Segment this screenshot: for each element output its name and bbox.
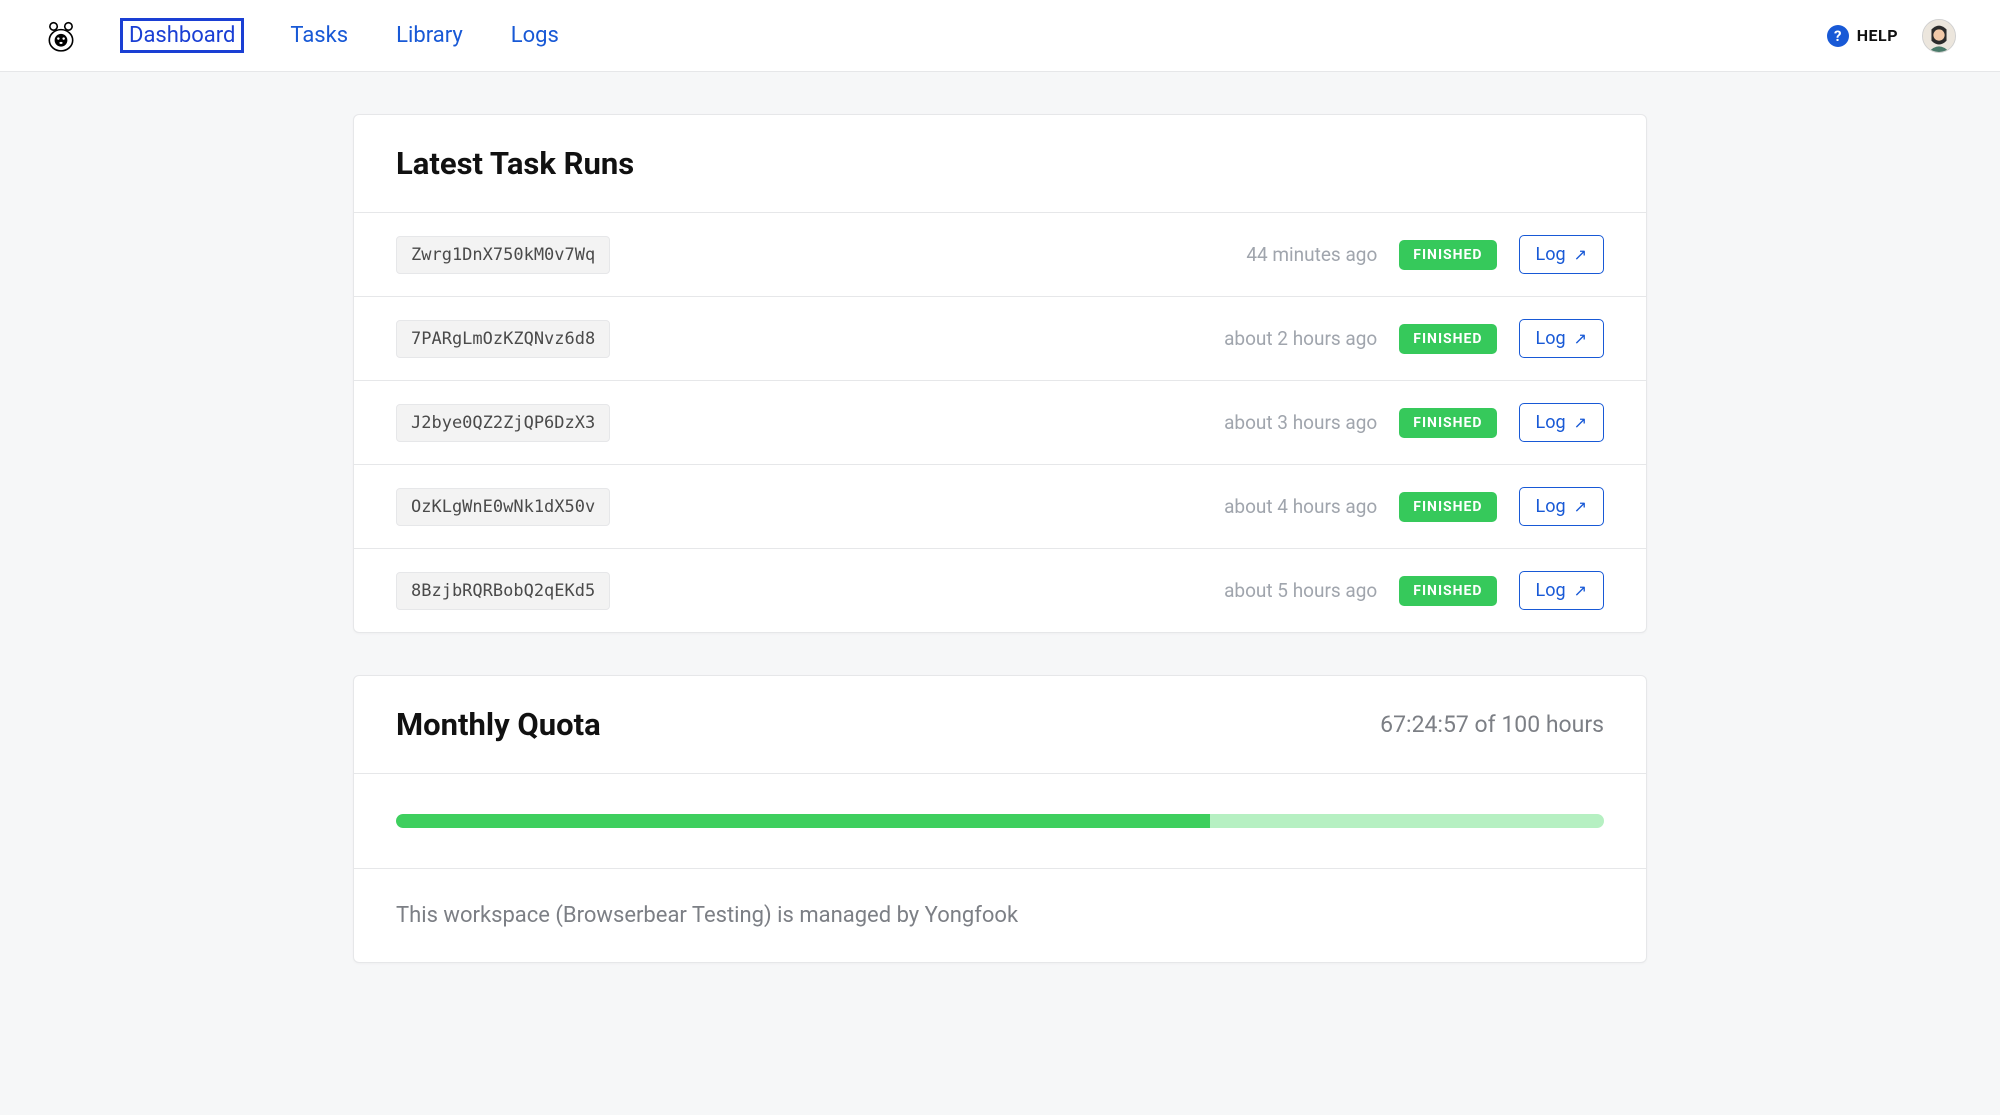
task-runs-card: Latest Task Runs Zwrg1DnX750kM0v7Wq 44 mi… (353, 114, 1647, 633)
task-run-row: Zwrg1DnX750kM0v7Wq 44 minutes ago FINISHED… (354, 213, 1646, 297)
external-link-icon: ↗ (1574, 583, 1587, 599)
avatar-icon (1923, 20, 1955, 52)
external-link-icon: ↗ (1574, 415, 1587, 431)
quota-card: Monthly Quota 67:24:57 of 100 hours This… (353, 675, 1647, 963)
log-button-label: Log (1536, 496, 1566, 517)
task-runs-title: Latest Task Runs (396, 145, 634, 182)
log-button[interactable]: Log ↗ (1519, 319, 1604, 358)
primary-nav: Dashboard Tasks Library Logs (120, 18, 561, 53)
task-run-row: 7PARgLmOzKZQNvz6d8 about 2 hours ago FINIS… (354, 297, 1646, 381)
nav-tasks[interactable]: Tasks (288, 19, 350, 52)
task-run-id: OzKLgWnE0wNk1dX50v (396, 488, 610, 526)
task-run-time: about 3 hours ago (1224, 411, 1377, 434)
quota-footer: This workspace (Browserbear Testing) is … (354, 869, 1646, 962)
log-button-label: Log (1536, 328, 1566, 349)
log-button-label: Log (1536, 412, 1566, 433)
quota-progress-track (396, 814, 1604, 828)
task-run-status-badge: FINISHED (1399, 408, 1496, 438)
log-button[interactable]: Log ↗ (1519, 487, 1604, 526)
user-avatar[interactable] (1922, 19, 1956, 53)
task-run-time: about 5 hours ago (1224, 579, 1377, 602)
task-run-id: 7PARgLmOzKZQNvz6d8 (396, 320, 610, 358)
log-button-label: Log (1536, 244, 1566, 265)
log-button[interactable]: Log ↗ (1519, 403, 1604, 442)
task-run-time: about 2 hours ago (1224, 327, 1377, 350)
quota-title: Monthly Quota (396, 706, 601, 743)
task-run-row: J2bye0QZ2ZjQP6DzX3 about 3 hours ago FINIS… (354, 381, 1646, 465)
help-label: HELP (1857, 26, 1898, 45)
external-link-icon: ↗ (1574, 499, 1587, 515)
nav-dashboard[interactable]: Dashboard (120, 18, 244, 53)
page-content: Latest Task Runs Zwrg1DnX750kM0v7Wq 44 mi… (353, 114, 1647, 963)
task-run-id: Zwrg1DnX750kM0v7Wq (396, 236, 610, 274)
task-run-time: 44 minutes ago (1246, 243, 1377, 266)
app-logo[interactable] (44, 19, 78, 53)
nav-library[interactable]: Library (394, 19, 465, 52)
external-link-icon: ↗ (1574, 331, 1587, 347)
log-button[interactable]: Log ↗ (1519, 571, 1604, 610)
quota-usage: 67:24:57 of 100 hours (1380, 711, 1604, 738)
help-link[interactable]: ? HELP (1827, 25, 1898, 47)
quota-header: Monthly Quota 67:24:57 of 100 hours (354, 676, 1646, 774)
task-run-time: about 4 hours ago (1224, 495, 1377, 518)
task-run-status-badge: FINISHED (1399, 240, 1496, 270)
task-runs-header: Latest Task Runs (354, 115, 1646, 213)
external-link-icon: ↗ (1574, 247, 1587, 263)
help-icon: ? (1827, 25, 1849, 47)
quota-body (354, 774, 1646, 869)
log-button[interactable]: Log ↗ (1519, 235, 1604, 274)
top-nav: Dashboard Tasks Library Logs ? HELP (0, 0, 2000, 72)
task-run-row: OzKLgWnE0wNk1dX50v about 4 hours ago FINIS… (354, 465, 1646, 549)
task-run-id: J2bye0QZ2ZjQP6DzX3 (396, 404, 610, 442)
task-run-id: 8BzjbRQRBobQ2qEKd5 (396, 572, 610, 610)
bear-logo-icon (44, 19, 78, 53)
quota-progress-fill (396, 814, 1210, 828)
task-run-status-badge: FINISHED (1399, 492, 1496, 522)
task-run-status-badge: FINISHED (1399, 324, 1496, 354)
nav-logs[interactable]: Logs (509, 19, 561, 52)
task-run-row: 8BzjbRQRBobQ2qEKd5 about 5 hours ago FINIS… (354, 549, 1646, 632)
task-run-status-badge: FINISHED (1399, 576, 1496, 606)
log-button-label: Log (1536, 580, 1566, 601)
